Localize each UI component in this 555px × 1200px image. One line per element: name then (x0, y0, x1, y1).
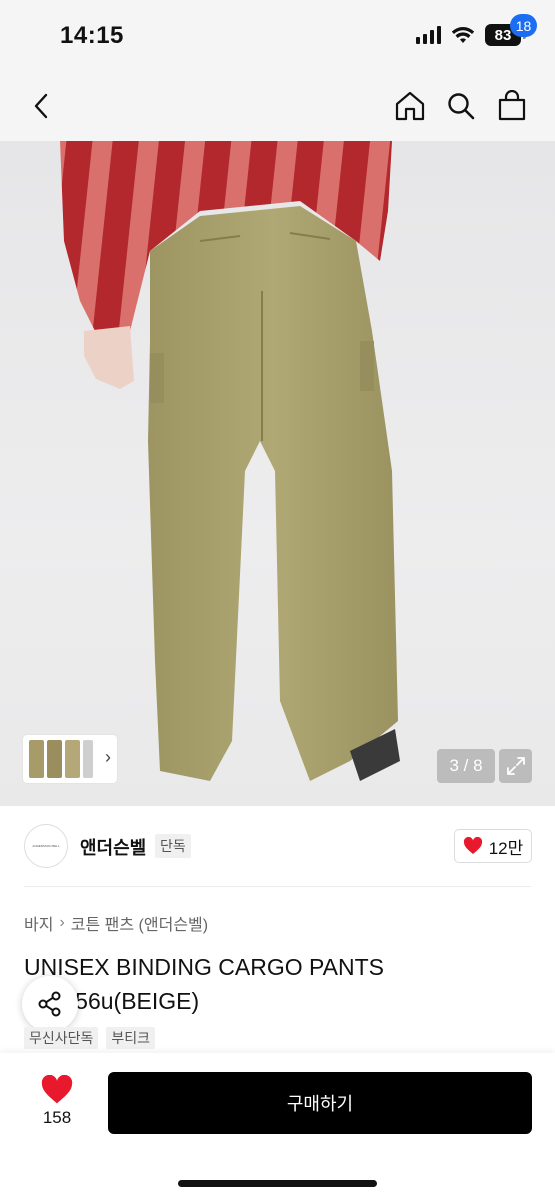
battery-level: 83 (494, 26, 512, 44)
signal-icon (416, 26, 441, 44)
home-indicator (178, 1180, 377, 1187)
brand-logo-text: ANDERSSON BELL (32, 844, 60, 848)
product-image[interactable] (0, 141, 555, 806)
cart-count-badge: 18 (510, 14, 537, 37)
brand-like-count: 12만 (488, 838, 524, 858)
chevron-left-icon (34, 93, 48, 119)
thumbnail-2[interactable] (47, 740, 62, 778)
thumbnail-4[interactable] (83, 740, 93, 778)
status-bar: 14:15 83 (0, 0, 555, 70)
shopping-bag-icon (498, 90, 526, 121)
home-button[interactable] (388, 84, 432, 128)
wishlist-button[interactable] (40, 1074, 74, 1105)
status-time: 14:15 (60, 22, 124, 49)
breadcrumb: 바지 › 코튼 팬츠 (앤더슨벨) (24, 911, 208, 935)
chevron-right-icon: › (59, 914, 65, 931)
share-button[interactable] (22, 976, 78, 1032)
back-button[interactable] (22, 86, 62, 126)
search-button[interactable] (439, 84, 483, 128)
tag-musinsa-exclusive: 무신사단독 (24, 1027, 99, 1049)
home-icon (395, 91, 425, 121)
thumbnail-3[interactable] (65, 740, 80, 778)
product-tags: 무신사단독 부티크 (24, 1027, 156, 1049)
expand-icon (506, 757, 525, 775)
cart-button[interactable] (490, 84, 534, 128)
tag-boutique: 부티크 (106, 1027, 156, 1049)
wifi-icon (451, 27, 475, 43)
chevron-right-icon[interactable]: › (105, 747, 111, 768)
share-icon (38, 991, 61, 1017)
top-nav-bar (0, 70, 555, 141)
search-icon (448, 93, 475, 120)
expand-button[interactable] (499, 749, 532, 783)
image-page-counter: 3 / 8 (437, 749, 495, 783)
breadcrumb-category[interactable]: 바지 (24, 911, 53, 935)
status-icons: 83 (416, 24, 526, 46)
product-photo (60, 141, 400, 781)
product-title: UNISEX BINDING CARGO PANTS apa856u(BEIGE… (24, 954, 384, 1014)
thumbnail-strip[interactable]: › (23, 735, 117, 783)
buy-button[interactable]: 구매하기 (108, 1072, 532, 1134)
exclusive-badge: 단독 (155, 834, 191, 858)
breadcrumb-subcategory[interactable]: 코튼 팬츠 (앤더슨벨) (71, 911, 208, 935)
thumbnail-1[interactable] (29, 740, 44, 778)
brand-logo[interactable]: ANDERSSON BELL (24, 824, 68, 868)
brand-like-button[interactable]: 12만 (454, 829, 532, 863)
divider (24, 886, 531, 887)
brand-name[interactable]: 앤더슨벨 (80, 834, 146, 860)
wishlist-count: 158 (42, 1108, 72, 1127)
heart-icon (41, 1074, 73, 1104)
heart-icon (463, 837, 482, 854)
